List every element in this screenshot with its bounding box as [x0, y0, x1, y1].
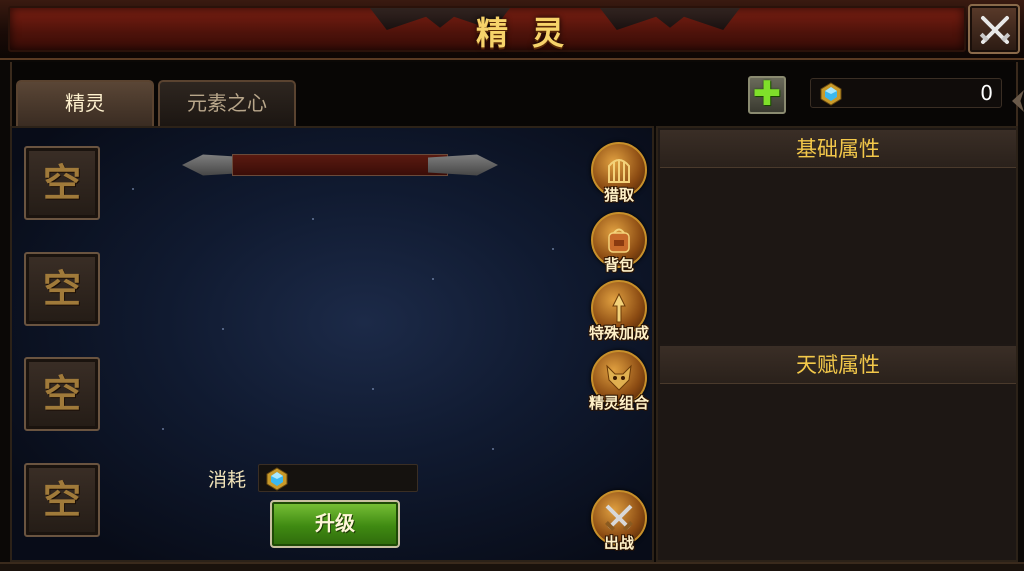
add-currency-button[interactable]: ✚: [748, 76, 786, 114]
talent-attributes-header: 天赋属性: [660, 346, 1016, 384]
deploy-button[interactable]: 出战: [584, 490, 654, 556]
bottom-border: [0, 562, 1024, 571]
special-bonus-label: 特殊加成: [588, 324, 649, 342]
blue-gem-icon: [819, 82, 843, 110]
cost-display: [258, 464, 418, 492]
cost-label: 消耗: [208, 469, 247, 491]
currency-value: 0: [980, 81, 993, 105]
attributes-panel: 基础属性 天赋属性: [656, 126, 1018, 562]
hunt-button[interactable]: 猎取: [584, 142, 654, 208]
tab-row: 精灵 元素之心 ✚ 0: [10, 62, 1018, 128]
spirit-name-bar: [182, 150, 498, 180]
tab-spirit[interactable]: 精灵: [16, 80, 154, 126]
talent-attributes-body: [660, 384, 1016, 560]
backpack-label: 背包: [603, 256, 634, 274]
upgrade-button[interactable]: 升级: [270, 500, 400, 548]
currency-display: 0: [810, 78, 1002, 108]
blue-gem-icon: [265, 467, 289, 495]
deploy-label: 出战: [603, 534, 634, 552]
spirit-combo-label: 精灵组合: [588, 394, 649, 412]
title-ornament-right: [600, 8, 740, 30]
title-bar: 精灵: [0, 0, 1024, 60]
window-title: 精灵: [475, 14, 588, 52]
spirit-slot-3[interactable]: 空: [24, 357, 100, 431]
spirit-slot-2[interactable]: 空: [24, 252, 100, 326]
spirit-combo-button[interactable]: 精灵组合: [584, 350, 654, 416]
spirit-main-panel: 空 空 空 空 猎取 背包 特殊加成 精灵组合 出战 消耗 升级: [10, 126, 654, 562]
spirit-slot-1[interactable]: 空: [24, 146, 100, 220]
hunt-label: 猎取: [603, 186, 634, 204]
basic-attributes-header: 基础属性: [660, 130, 1016, 168]
tab-element-heart[interactable]: 元素之心: [158, 80, 296, 126]
name-bar-fill: [232, 154, 448, 176]
basic-attributes-body: [660, 168, 1016, 344]
backpack-button[interactable]: 背包: [584, 212, 654, 278]
special-bonus-button[interactable]: 特殊加成: [584, 280, 654, 346]
spirit-slot-4[interactable]: 空: [24, 463, 100, 537]
close-button[interactable]: [968, 4, 1020, 54]
plus-icon: ✚: [752, 74, 782, 114]
